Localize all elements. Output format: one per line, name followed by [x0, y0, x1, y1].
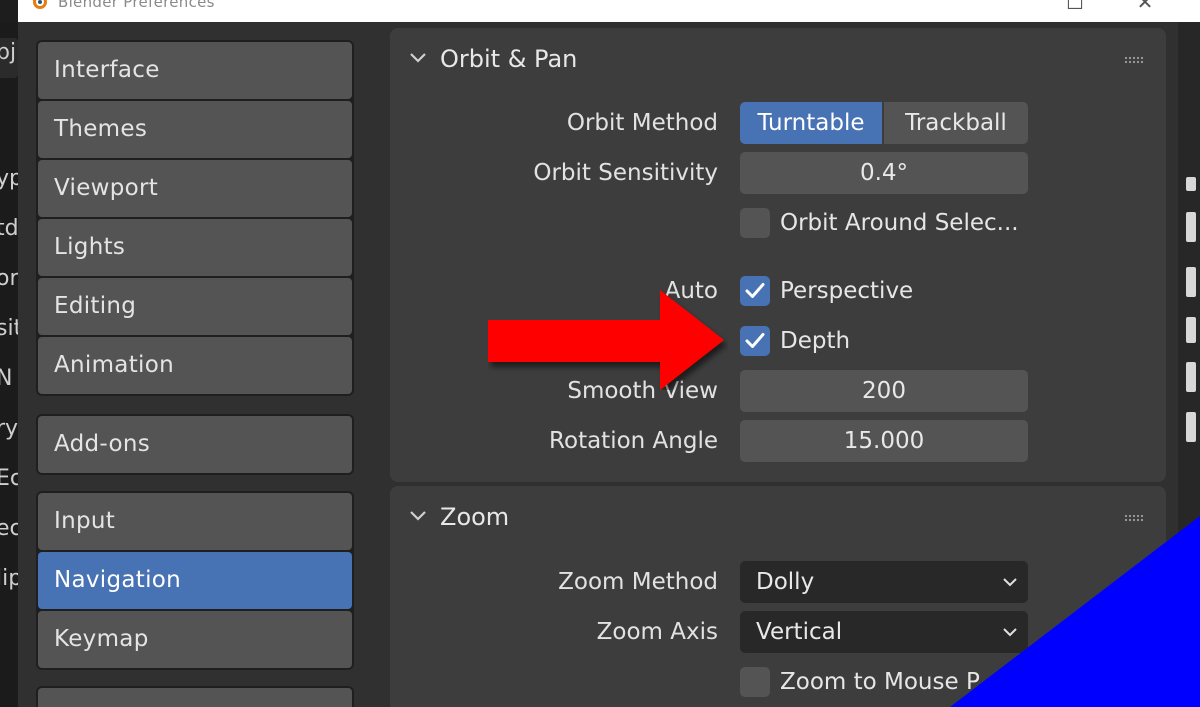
chevron-down-icon: [410, 511, 426, 521]
background-text: N: [0, 366, 13, 391]
maximize-button[interactable]: ☐: [1062, 0, 1088, 17]
nav-group-system: [36, 686, 354, 707]
auto-perspective-checkbox[interactable]: [740, 276, 770, 306]
checkmark-icon: [745, 283, 765, 298]
chevron-down-icon: [410, 53, 426, 63]
background-text: ry: [0, 416, 19, 441]
nav-group-input: Input Navigation Keymap: [36, 491, 354, 670]
sidebar-item-keymap[interactable]: Keymap: [38, 611, 352, 668]
rotation-angle-label: Rotation Angle: [549, 428, 718, 454]
background-tool-icon: [1186, 317, 1196, 343]
orbit-sensitivity-label: Orbit Sensitivity: [533, 160, 718, 186]
orbit-around-selection-label: Orbit Around Selec...: [780, 210, 1019, 236]
auto-perspective-label: Perspective: [780, 278, 914, 304]
orbit-pan-header[interactable]: Orbit & Pan: [390, 28, 1166, 88]
background-tool-icon: [1186, 362, 1196, 392]
auto-depth-row[interactable]: Depth: [740, 320, 1160, 360]
sidebar-item-navigation[interactable]: Navigation: [38, 552, 352, 609]
window-title: Blender Preferences: [58, 0, 215, 11]
background-tool-icon: [1186, 177, 1196, 191]
corner-overlay-shape: [950, 516, 1200, 707]
sidebar-item-input[interactable]: Input: [38, 493, 352, 550]
auto-depth-label: Depth: [780, 328, 851, 354]
zoom-method-label: Zoom Method: [558, 569, 718, 595]
background-tool-icon: [1186, 412, 1196, 442]
background-text: pj: [0, 40, 17, 65]
sidebar-item-interface[interactable]: Interface: [38, 42, 352, 99]
zoom-method-value: Dolly: [756, 569, 815, 595]
orbit-method-row: Orbit Method Turntable Trackball: [390, 102, 1166, 144]
drag-grip-icon[interactable]: [1124, 56, 1144, 64]
sidebar-item-viewport[interactable]: Viewport: [38, 160, 352, 217]
orbit-method-trackball[interactable]: Trackball: [884, 102, 1028, 144]
background-tool-icon: [1186, 267, 1196, 297]
zoom-axis-label: Zoom Axis: [596, 619, 718, 645]
orbit-pan-panel: Orbit & Pan Orbit Method Turntable Track…: [390, 28, 1166, 482]
preferences-sidebar: Interface Themes Viewport Lights Editing…: [18, 22, 378, 707]
panel-title: Orbit & Pan: [440, 45, 578, 73]
orbit-sensitivity-field[interactable]: 0.4°: [740, 152, 1028, 194]
sidebar-item-themes[interactable]: Themes: [38, 101, 352, 158]
background-tool-icon: [1186, 212, 1196, 242]
zoom-axis-value: Vertical: [756, 619, 843, 645]
auto-perspective-row[interactable]: Perspective: [740, 270, 1160, 310]
sidebar-item-cutoff[interactable]: [38, 688, 352, 707]
auto-depth-checkbox[interactable]: [740, 326, 770, 356]
background-window-left: pj yp td or sit N ry Ec ec lip: [0, 22, 23, 707]
orbit-method-turntable[interactable]: Turntable: [740, 102, 882, 144]
background-text: td: [0, 216, 19, 241]
panel-title: Zoom: [440, 503, 510, 531]
blender-logo-icon: [32, 0, 47, 9]
orbit-around-selection-row[interactable]: Orbit Around Selec...: [740, 202, 1160, 242]
orbit-around-selection-checkbox[interactable]: [740, 208, 770, 238]
smooth-view-field[interactable]: 200: [740, 370, 1028, 412]
sidebar-item-animation[interactable]: Animation: [38, 337, 352, 394]
annotation-arrow-icon: [488, 290, 724, 390]
sidebar-item-editing[interactable]: Editing: [38, 278, 352, 335]
sidebar-item-lights[interactable]: Lights: [38, 219, 352, 276]
checkmark-icon: [745, 333, 765, 348]
nav-group-addons: Add-ons: [36, 414, 354, 475]
background-text: or: [0, 266, 19, 291]
rotation-angle-row: Rotation Angle 15.000: [390, 420, 1166, 462]
orbit-method-label: Orbit Method: [566, 110, 718, 136]
rotation-angle-field[interactable]: 15.000: [740, 420, 1028, 462]
title-bar: Blender Preferences ☐ ✕: [18, 0, 1200, 22]
close-button[interactable]: ✕: [1132, 0, 1158, 17]
zoom-to-mouse-checkbox[interactable]: [740, 667, 770, 697]
nav-group-general: Interface Themes Viewport Lights Editing…: [36, 40, 354, 396]
sidebar-item-add-ons[interactable]: Add-ons: [38, 416, 352, 473]
orbit-sensitivity-row: Orbit Sensitivity 0.4°: [390, 152, 1166, 194]
